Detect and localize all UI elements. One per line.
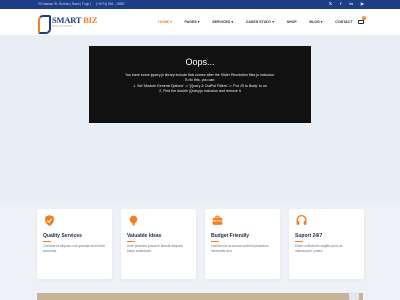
nav-item-shop[interactable]: SHOP (280, 9, 303, 35)
feature-title: Valuable Ideas (127, 233, 161, 242)
logo-wordmark: SMART BIZ (52, 14, 98, 25)
logo-tagline: SOLUTIONS (52, 24, 73, 29)
feature-card-quality: Quality Services Conubia et aliquam cub … (37, 209, 112, 279)
slider-error-box: Oops... You have some jquery.js library … (89, 46, 311, 123)
scroll-to-top-button[interactable] (349, 292, 359, 300)
cart-count-badge: 0 (362, 16, 366, 20)
headset-icon (295, 214, 308, 227)
phone-text: (+0074) 894 - 15587 (95, 2, 125, 6)
site-header: SMART BIZ SOLUTIONS HOME ▾ PAGES ▾ SERVI… (0, 9, 400, 35)
feature-cards: Quality Services Conubia et aliquam cub … (37, 209, 364, 279)
nav-item-blog[interactable]: BLOG ▾ (303, 9, 329, 35)
feature-description: Conubia et aliquam cub gravida sed morbi… (43, 244, 105, 253)
feature-card-ideas: Valuable Ideas Ante pharetra posuere bla… (121, 209, 196, 279)
feature-description: Ante pharetra posuere blandit aliquam fu… (127, 244, 183, 253)
nav-item-pages[interactable]: PAGES ▾ (178, 9, 206, 35)
linkedin-icon[interactable]: in (349, 1, 353, 7)
nav-item-contact[interactable]: CONTACT (329, 9, 359, 35)
nav-item-cases-study[interactable]: CASES STUDY ▾ (239, 9, 280, 35)
logo-mark-icon (37, 14, 51, 34)
facebook-icon[interactable]: f (340, 1, 341, 7)
top-info-bar: 20 Nassau St, Durban | Nava | Fopp | (+0… (0, 0, 400, 9)
feature-description: Etiam sollicitudin sagittis justo at ull… (295, 244, 343, 253)
next-section-image (37, 293, 363, 300)
cart-icon[interactable]: 0 (358, 16, 366, 26)
feature-title: Suport 24/7 (295, 233, 322, 242)
briefcase-icon (211, 214, 224, 227)
shield-check-icon (43, 214, 56, 227)
feature-description: Lacinia nisl accumsa sceleris phasellus … (211, 244, 269, 253)
feature-card-support: Suport 24/7 Etiam sollicitudin sagittis … (289, 209, 364, 279)
feature-card-budget: Budget Friendly Lacinia nisl accumsa sce… (205, 209, 280, 279)
site-logo[interactable]: SMART BIZ SOLUTIONS (37, 13, 98, 34)
youtube-icon[interactable]: ▶ (361, 1, 364, 7)
feature-title: Budget Friendly (211, 233, 249, 242)
social-links: 𝕏 f in ▶ (329, 1, 364, 7)
address-text: 20 Nassau St, Durban | Nava | Fopp | (38, 2, 91, 6)
error-line: 2. Find the double jQuery.js inclusion a… (159, 88, 241, 93)
twitter-icon[interactable]: 𝕏 (329, 1, 332, 7)
nav-item-home[interactable]: HOME ▾ (152, 9, 178, 35)
contact-info: 20 Nassau St, Durban | Nava | Fopp | (+0… (38, 1, 125, 7)
nav-item-services[interactable]: SERVICES ▾ (206, 9, 240, 35)
main-nav: HOME ▾ PAGES ▾ SERVICES ▾ CASES STUDY ▾ … (152, 9, 359, 35)
lightbulb-icon (127, 214, 140, 227)
error-title: Oops... (185, 57, 215, 67)
feature-title: Quality Services (43, 233, 82, 242)
